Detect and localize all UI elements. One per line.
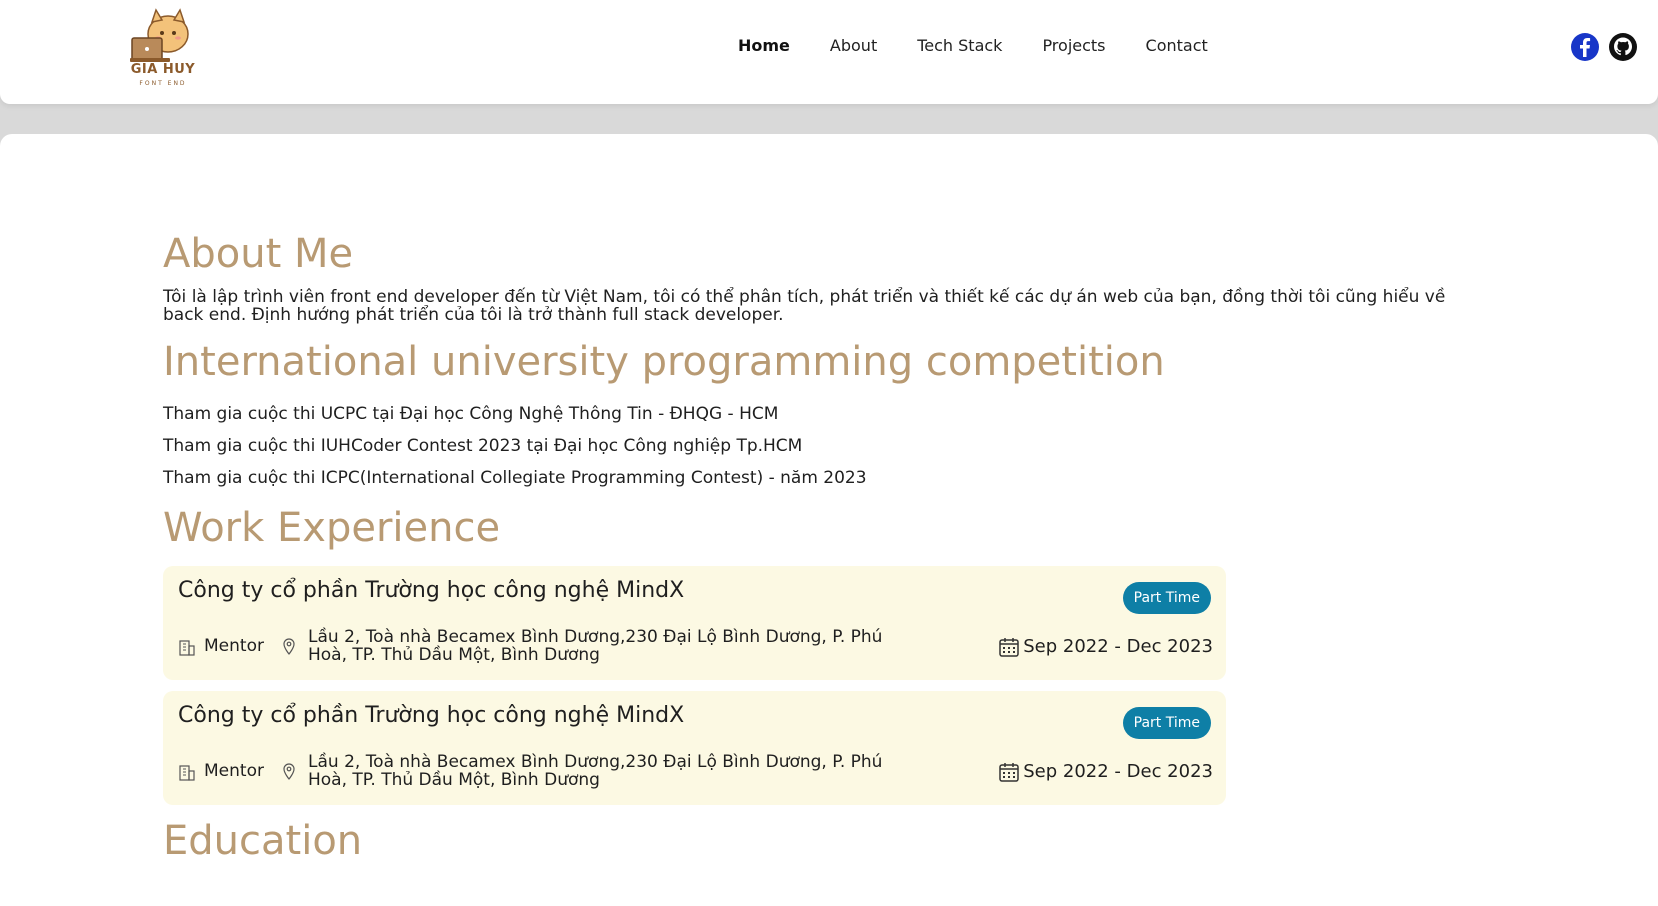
- company-name: Công ty cổ phần Trường học công nghệ Min…: [178, 703, 685, 728]
- about-text: Tôi là lập trình viên front end develope…: [163, 287, 1446, 325]
- nav-contact[interactable]: Contact: [1146, 36, 1208, 55]
- building-icon: [179, 765, 195, 781]
- work-title: Work Experience: [163, 505, 501, 551]
- job-type-badge: Part Time: [1122, 707, 1211, 739]
- building-icon: [179, 640, 195, 656]
- job-dates: Sep 2022 - Dec 2023: [1023, 761, 1213, 782]
- location-pin-icon: [283, 763, 295, 780]
- company-name: Công ty cổ phần Trường học công nghệ Min…: [178, 578, 685, 603]
- competition-title: International university programming com…: [163, 339, 1165, 385]
- competition-item: Tham gia cuộc thi ICPC(International Col…: [163, 468, 867, 488]
- job-type-badge: Part Time: [1122, 582, 1211, 614]
- calendar-icon: [999, 638, 1019, 657]
- calendar-icon: [999, 763, 1019, 782]
- logo-text: GIA HUY: [130, 62, 196, 77]
- job-card: Công ty cổ phần Trường học công nghệ Min…: [163, 691, 1226, 805]
- main-nav: Home About Tech Stack Projects Contact: [738, 36, 1208, 55]
- logo[interactable]: GIA HUY FONT END: [128, 8, 198, 90]
- facebook-icon[interactable]: [1570, 32, 1600, 62]
- job-dates: Sep 2022 - Dec 2023: [1023, 636, 1213, 657]
- navbar: GIA HUY FONT END Home About Tech Stack P…: [0, 0, 1658, 104]
- job-meta: Mentor Lầu 2, Toà nhà Becamex Bình Dương…: [178, 753, 1213, 793]
- github-icon[interactable]: [1608, 32, 1638, 62]
- competition-item: Tham gia cuộc thi IUHCoder Contest 2023 …: [163, 436, 803, 456]
- education-title: Education: [163, 818, 363, 864]
- social-links: [1570, 32, 1638, 62]
- competition-list: Tham gia cuộc thi UCPC tại Đại học Công …: [163, 398, 1483, 494]
- competition-item: Tham gia cuộc thi UCPC tại Đại học Công …: [163, 404, 779, 424]
- main-content: About Me Tôi là lập trình viên front end…: [0, 134, 1658, 906]
- job-card: Công ty cổ phần Trường học công nghệ Min…: [163, 566, 1226, 680]
- nav-home[interactable]: Home: [738, 36, 790, 55]
- job-address: Lầu 2, Toà nhà Becamex Bình Dương,230 Đạ…: [308, 752, 883, 790]
- job-role: Mentor: [204, 761, 264, 781]
- nav-tech-stack[interactable]: Tech Stack: [917, 36, 1002, 55]
- job-address: Lầu 2, Toà nhà Becamex Bình Dương,230 Đạ…: [308, 627, 883, 665]
- job-meta: Mentor Lầu 2, Toà nhà Becamex Bình Dương…: [178, 628, 1213, 668]
- content-column: About Me Tôi là lập trình viên front end…: [163, 230, 1483, 865]
- logo-subtext: FONT END: [139, 80, 187, 87]
- job-role: Mentor: [204, 636, 264, 656]
- location-pin-icon: [283, 638, 295, 655]
- nav-projects[interactable]: Projects: [1042, 36, 1105, 55]
- nav-about[interactable]: About: [830, 36, 877, 55]
- cat-laptop-logo-icon: [130, 8, 189, 62]
- about-title: About Me: [163, 231, 354, 277]
